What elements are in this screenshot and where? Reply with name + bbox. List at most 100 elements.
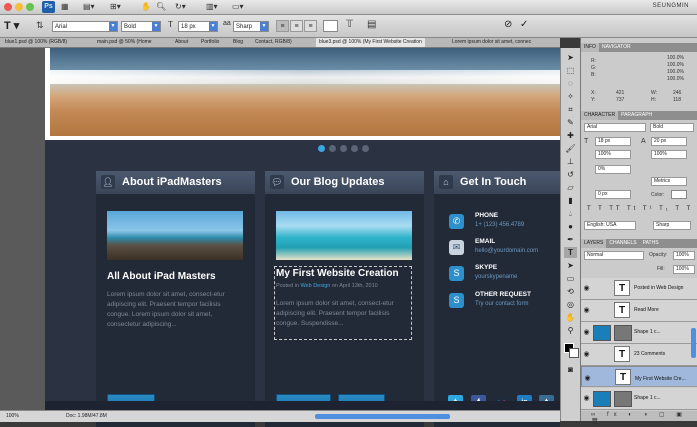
horizontal-scrollbar[interactable]: [315, 414, 450, 419]
visibility-eye-icon[interactable]: ◉: [583, 394, 590, 402]
lasso-tool-icon[interactable]: ◌: [564, 78, 577, 89]
gradient-tool-icon[interactable]: ▮: [564, 195, 577, 206]
cancel-edits-icon[interactable]: ⊘: [504, 19, 512, 30]
char-vscale[interactable]: 100%: [651, 150, 687, 159]
move-tool-icon[interactable]: ➤: [564, 52, 577, 63]
char-font-family[interactable]: Arial: [584, 123, 646, 132]
char-color-swatch[interactable]: [671, 190, 687, 199]
opacity-value[interactable]: 100%: [673, 251, 695, 260]
tab-paragraph[interactable]: PARAGRAPH: [618, 112, 655, 118]
align-left-button[interactable]: ≡: [276, 20, 289, 32]
arrange-documents-icon[interactable]: ▥▾: [206, 2, 218, 12]
visibility-eye-icon[interactable]: ◉: [583, 284, 590, 292]
tab-paths[interactable]: PATHS: [640, 240, 662, 246]
tab-info[interactable]: INFO: [581, 43, 599, 52]
contact-value[interactable]: hello@yourdomain.com: [475, 248, 538, 254]
fill-value[interactable]: 100%: [673, 265, 695, 274]
antialias-select[interactable]: Sharp ▼: [233, 21, 269, 32]
blend-mode-select[interactable]: Normal: [584, 251, 644, 260]
layers-footer-buttons[interactable]: ∞ fx ◐ ◑ ▢ ▣ 🗑︎: [581, 411, 697, 425]
tab-main-about[interactable]: About: [172, 38, 191, 47]
align-right-button[interactable]: ≡: [304, 20, 317, 32]
type-tool-preset-icon[interactable]: T ▾: [4, 19, 26, 33]
healing-brush-icon[interactable]: ✚: [564, 130, 577, 141]
rotate-view-icon[interactable]: ↻▾: [175, 2, 186, 12]
layer-row[interactable]: ◉ T Read More: [581, 300, 697, 322]
zoom-tool-icon[interactable]: ⚲: [564, 325, 577, 336]
crop-tool-icon[interactable]: ⌗: [564, 104, 577, 115]
3d-rotate-icon[interactable]: ⟲: [564, 286, 577, 297]
bridge-icon[interactable]: ▦: [61, 2, 69, 12]
char-language[interactable]: English: USA: [584, 221, 636, 230]
zoom-level-icon[interactable]: ⊞▾: [110, 2, 121, 12]
tab-blue3-cont[interactable]: Lorem ipsum dolor sit amet, connec: [449, 38, 534, 47]
tab-navigator[interactable]: NAVIGATOR: [599, 44, 634, 50]
visibility-eye-icon[interactable]: ◉: [583, 328, 590, 336]
slider-dot[interactable]: [329, 145, 336, 152]
history-brush-icon[interactable]: ↺: [564, 169, 577, 180]
faux-style-buttons[interactable]: T T TT Tt T¹ T₁ T T: [587, 206, 693, 212]
font-style-select[interactable]: Bold ▼: [121, 21, 161, 32]
eyedropper-icon[interactable]: ✎: [564, 117, 577, 128]
commit-edits-icon[interactable]: ✓: [520, 19, 528, 30]
zoom-readout[interactable]: 100%: [6, 413, 19, 419]
shape-tool-icon[interactable]: ▭: [564, 273, 577, 284]
zoom-window-button[interactable]: [26, 3, 34, 11]
tab-blue1[interactable]: blue1.psd @ 100% (RGB/8): [2, 38, 70, 47]
path-selection-icon[interactable]: ➤: [564, 260, 577, 271]
text-bounding-box[interactable]: [274, 266, 412, 340]
hand-tool-icon[interactable]: ✋: [564, 312, 577, 323]
warp-text-icon[interactable]: 𝕋: [346, 19, 353, 30]
contact-value[interactable]: Try our contact form: [475, 301, 528, 307]
clone-stamp-icon[interactable]: ⊥: [564, 156, 577, 167]
minimize-window-button[interactable]: [15, 3, 23, 11]
char-kerning[interactable]: 0%: [595, 165, 631, 174]
char-font-style[interactable]: Bold: [650, 123, 694, 132]
blur-tool-icon[interactable]: 💧︎: [564, 208, 577, 219]
quick-mask-icon[interactable]: ◙: [564, 364, 577, 375]
layer-row[interactable]: ◉ Shape 1 c...: [581, 388, 697, 410]
character-panel-icon[interactable]: ▤: [367, 19, 376, 30]
layer-row[interactable]: ◉ Shape 1 c...: [581, 322, 697, 344]
screen-mode-icon[interactable]: ▭▾: [232, 2, 244, 12]
visibility-eye-icon[interactable]: ◉: [584, 373, 591, 384]
layer-row-selected[interactable]: ◉ T My First Website Cre...: [581, 366, 697, 387]
orientation-toggle-icon[interactable]: ⇅: [36, 20, 44, 31]
slider-dot[interactable]: [362, 145, 369, 152]
tab-main[interactable]: main.psd @ 50% (Home: [94, 38, 155, 47]
char-tracking[interactable]: 100%: [595, 150, 631, 159]
char-leading[interactable]: 20 px: [651, 137, 687, 146]
pen-tool-icon[interactable]: ✒: [564, 234, 577, 245]
hand-tool-icon[interactable]: ✋: [141, 2, 151, 12]
char-antialias[interactable]: Sharp: [653, 221, 691, 230]
type-tool-icon[interactable]: T: [564, 247, 577, 258]
magic-wand-icon[interactable]: ✧: [564, 91, 577, 102]
visibility-eye-icon[interactable]: ◉: [583, 306, 590, 314]
layer-row[interactable]: ◉ T 23 Comments: [581, 344, 697, 366]
tab-main-blog[interactable]: Blog: [230, 38, 246, 47]
tab-layers[interactable]: LAYERS: [581, 239, 607, 248]
marquee-tool-icon[interactable]: ⬚: [564, 65, 577, 76]
tab-blue3[interactable]: blue3.psd @ 100% (My First Website Creat…: [316, 38, 425, 47]
char-metrics[interactable]: Metrics: [651, 177, 687, 186]
3d-orbit-icon[interactable]: ◎: [564, 299, 577, 310]
char-size[interactable]: 18 px: [595, 137, 631, 146]
tab-channels[interactable]: CHANNELS: [606, 240, 639, 246]
tab-character[interactable]: CHARACTER: [581, 111, 619, 120]
layer-row[interactable]: ◉ T Posted in Web Design: [581, 278, 697, 300]
align-center-button[interactable]: ≡: [290, 20, 303, 32]
font-family-select[interactable]: Arial ▼: [52, 21, 118, 32]
background-color-swatch[interactable]: [569, 348, 579, 358]
eraser-icon[interactable]: ▱: [564, 182, 577, 193]
slider-dot[interactable]: [351, 145, 358, 152]
tab-main-portfolio[interactable]: Portfolio: [198, 38, 222, 47]
slider-dot[interactable]: [340, 145, 347, 152]
tab-main-contact[interactable]: Contact, RGB/8): [252, 38, 295, 47]
view-extras-icon[interactable]: ▤▾: [83, 2, 95, 12]
close-window-button[interactable]: [4, 3, 12, 11]
char-baseline[interactable]: 0 px: [595, 190, 631, 199]
brush-tool-icon[interactable]: 🖌︎: [564, 143, 577, 154]
slider-dot-active[interactable]: [318, 145, 325, 152]
layers-scrollbar[interactable]: [691, 328, 696, 358]
font-size-select[interactable]: 18 px ▼: [178, 21, 218, 32]
